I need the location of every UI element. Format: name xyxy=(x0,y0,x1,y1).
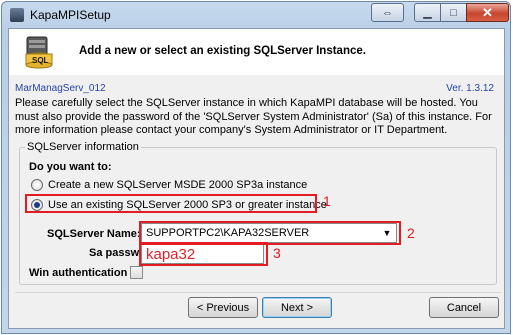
setup-window: KapaMPISetup ⇔ ▁ □ ✕ SQL Add a new or se… xyxy=(1,1,511,334)
sql-server-icon: SQL xyxy=(25,36,53,69)
annotation-box-1 xyxy=(25,194,317,213)
minimize-button[interactable]: ▁ xyxy=(414,3,441,22)
cancel-button[interactable]: Cancel xyxy=(429,297,499,318)
option-create-new[interactable]: Create a new SQLServer MSDE 2000 SP3a in… xyxy=(31,179,307,191)
win-auth-checkbox[interactable] xyxy=(130,266,143,279)
radio-button[interactable] xyxy=(31,179,43,191)
sql-icon-label: SQL xyxy=(32,56,49,65)
close-button[interactable]: ✕ xyxy=(466,3,509,22)
instructions-text: Please carefully select the SQLServer in… xyxy=(15,97,492,136)
win-auth-label: Win authentication xyxy=(29,267,128,279)
group-title: SQLServer information xyxy=(25,141,141,153)
footer-divider xyxy=(15,292,501,293)
header-band: SQL Add a new or select an existing SQLS… xyxy=(9,29,504,75)
annotation-number-1: 1 xyxy=(323,193,331,209)
annotation-number-2: 2 xyxy=(407,225,415,241)
version-label: Ver. 1.3.12 xyxy=(446,83,494,94)
option-create-new-label: Create a new SQLServer MSDE 2000 SP3a in… xyxy=(48,179,308,191)
page-title: Add a new or select an existing SQLServe… xyxy=(79,45,366,57)
next-button[interactable]: Next > xyxy=(262,297,332,318)
step-id-label: MarManagServ_012 xyxy=(15,83,106,94)
window-title: KapaMPISetup xyxy=(30,8,111,22)
previous-button[interactable]: < Previous xyxy=(188,297,258,318)
annotation-number-3: 3 xyxy=(273,245,281,261)
app-icon xyxy=(10,8,24,22)
title-bar[interactable]: KapaMPISetup ⇔ ▁ □ ✕ xyxy=(2,2,510,28)
maximize-button[interactable]: □ xyxy=(440,3,467,22)
server-name-label: SQLServer Name: xyxy=(47,228,141,240)
dialog-body: SQL Add a new or select an existing SQLS… xyxy=(8,28,505,329)
question-label: Do you want to: xyxy=(29,161,112,173)
restore-button[interactable]: ⇔ xyxy=(371,3,404,22)
annotation-box-3 xyxy=(139,242,268,266)
